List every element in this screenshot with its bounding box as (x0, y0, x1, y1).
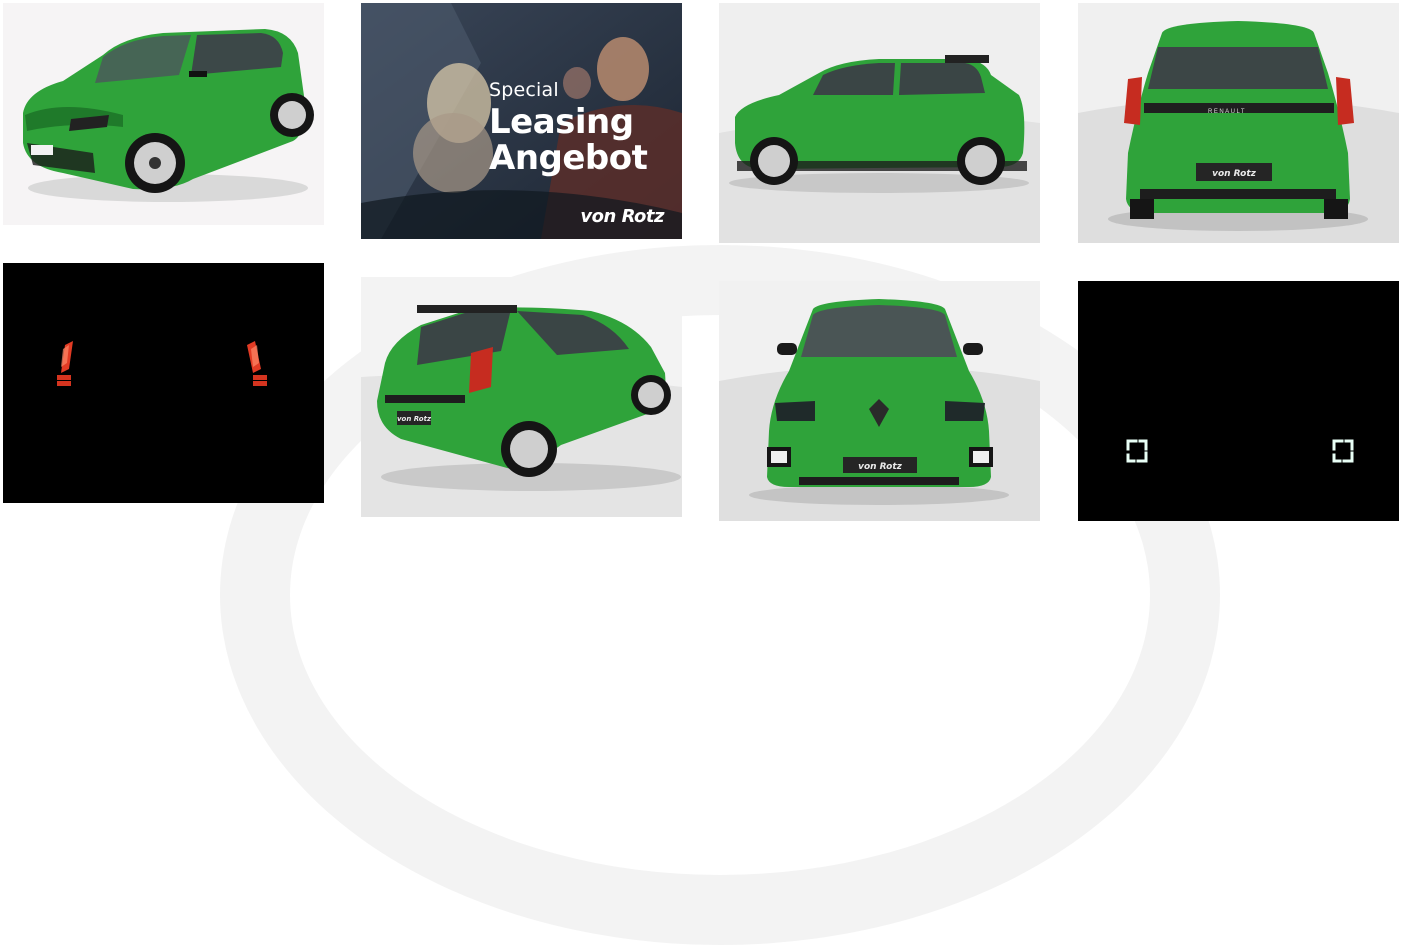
car-photo (3, 3, 324, 225)
promo-special-text: Special (489, 79, 559, 101)
gallery-image-tail-lights[interactable] (3, 263, 324, 503)
gallery-image-front-three-quarter[interactable] (3, 3, 324, 225)
car-photo: von Rotz (719, 281, 1040, 521)
gallery-image-headlights[interactable] (1078, 281, 1399, 521)
promo-headline: Special Leasing Angebot (489, 79, 648, 178)
von-rotz-logo: von Rotz (580, 206, 664, 227)
gallery-image-rear-three-quarter[interactable]: von Rotz (361, 277, 682, 517)
promo-leasing-text: Leasing (489, 102, 634, 142)
car-photo (719, 3, 1040, 243)
promo-angebot-text: Angebot (489, 138, 648, 178)
license-plate: von Rotz (397, 415, 432, 423)
gallery-image-side-profile[interactable] (719, 3, 1040, 243)
car-photo: von Rotz (361, 277, 682, 517)
gallery-image-front[interactable]: von Rotz (719, 281, 1040, 521)
license-plate: von Rotz (858, 462, 903, 472)
night-photo (3, 263, 324, 503)
night-photo (1078, 281, 1399, 521)
car-photo: RENAULT von Rotz (1078, 3, 1399, 243)
rear-badge: RENAULT (1208, 109, 1246, 115)
promo-banner[interactable]: Special Leasing Angebot von Rotz (361, 3, 682, 239)
gallery-image-rear[interactable]: RENAULT von Rotz (1078, 3, 1399, 243)
license-plate: von Rotz (1212, 169, 1257, 179)
